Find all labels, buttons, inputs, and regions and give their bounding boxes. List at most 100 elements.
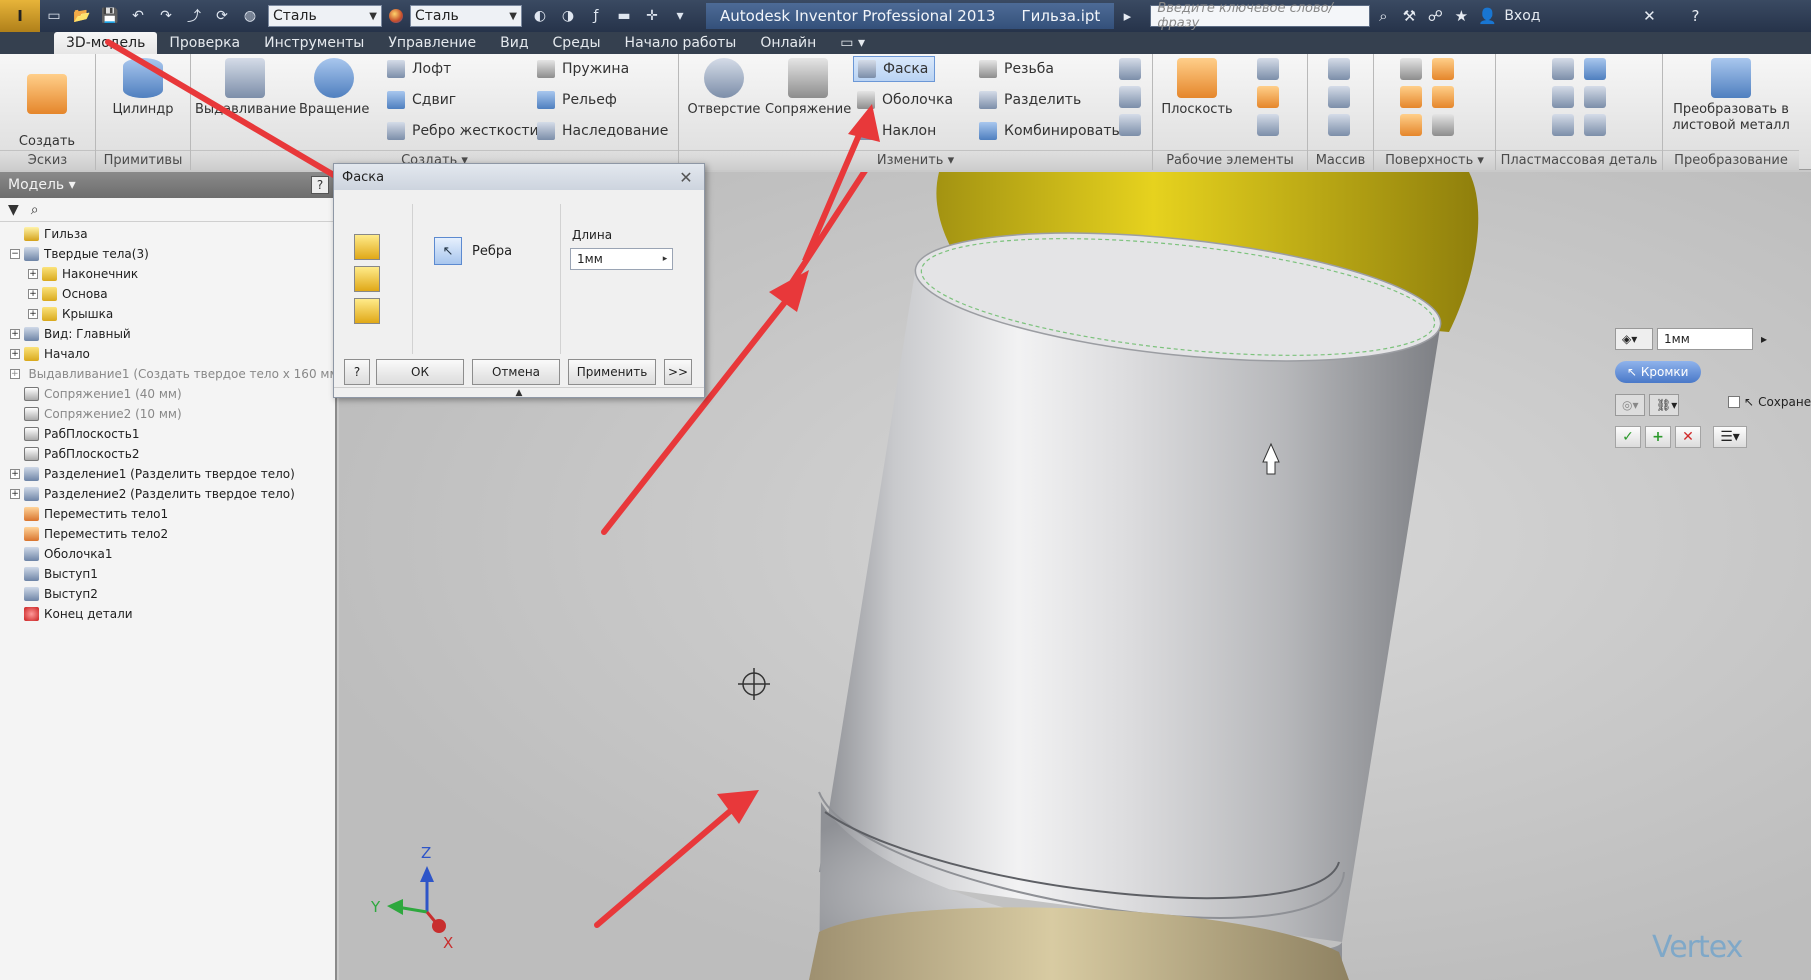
browser-help-icon[interactable]: ? [311,176,329,194]
qat-dropdown-icon[interactable]: ▾ [667,4,693,28]
trim-icon[interactable] [1400,114,1422,136]
measure-icon[interactable]: ✛ [639,4,665,28]
expand-toggle-icon[interactable]: + [10,329,20,339]
thicken-icon[interactable] [1400,58,1422,80]
panel-title-surface[interactable]: Поверхность ▾ [1374,150,1495,170]
inventor-logo[interactable]: I [0,0,40,32]
find-binoculars-icon[interactable]: ⌕ [31,202,39,218]
tree-item[interactable]: РабПлоскость1 [10,424,335,444]
adjust-icon[interactable]: ◑ [555,4,581,28]
search-expand-icon[interactable]: ▸ [1114,4,1140,28]
mini-length-input[interactable]: 1мм [1657,328,1753,350]
mini-option-1-dropdown[interactable]: ◎▾ [1615,394,1645,416]
shell-button[interactable]: Оболочка [853,87,953,113]
clear-override-icon[interactable]: ◐ [527,4,553,28]
tab-inspect[interactable]: Проверка [157,32,252,54]
new-file-icon[interactable]: ▭ [41,4,67,28]
subscription-icon[interactable]: ⚒ [1396,4,1422,28]
communication-icon[interactable]: ☍ [1422,4,1448,28]
tree-item[interactable]: + Наконечник [10,264,335,284]
apply-button[interactable]: Применить [568,359,656,385]
expand-toggle-icon[interactable]: + [10,349,20,359]
tab-view[interactable]: Вид [488,32,540,54]
tab-online[interactable]: Онлайн [748,32,828,54]
point-icon[interactable] [1257,86,1279,108]
mini-edges-select[interactable]: ↖ Кромки [1615,361,1701,383]
help-icon[interactable]: ? [1682,4,1708,28]
rectangular-pattern-icon[interactable] [1328,58,1350,80]
replace-face-icon[interactable] [1119,86,1141,108]
tree-item[interactable]: Гильза [10,224,335,244]
combine-button[interactable]: Комбинировать [979,118,1120,144]
expand-toggle-icon[interactable]: + [28,309,38,319]
tree-item[interactable]: Переместить тело2 [10,524,335,544]
color-bar-icon[interactable]: ▬ [611,4,637,28]
derive-button[interactable]: Наследование [537,118,668,144]
dialog-help-button[interactable]: ? [344,359,370,385]
tree-item[interactable]: + Вид: Главный [10,324,335,344]
tree-item[interactable]: + Начало [10,344,335,364]
direct-edit-icon[interactable] [1119,58,1141,80]
return-icon[interactable]: ⤴ [181,4,207,28]
favorites-icon[interactable]: ★ [1448,4,1474,28]
expand-toggle-icon[interactable]: + [10,489,20,499]
open-file-icon[interactable]: 📂 [69,4,95,28]
more-options-button[interactable]: >> [664,359,692,385]
tree-item[interactable]: Выступ1 [10,564,335,584]
dialog-title-bar[interactable]: Фаска ✕ [334,164,704,190]
chamfer-two-distances-method-icon[interactable] [354,298,380,324]
draft-button[interactable]: Наклон [853,118,936,144]
sleeve-cylinder-body[interactable] [818,212,1447,980]
tree-item[interactable]: + Крышка [10,304,335,324]
extrude-button[interactable]: Выдавливание [195,58,296,118]
axis-icon[interactable] [1257,58,1279,80]
tree-item[interactable]: РабПлоскость2 [10,444,335,464]
chamfer-distance-angle-method-icon[interactable] [354,266,380,292]
tab-environments[interactable]: Среды [541,32,613,54]
coil-button[interactable]: Пружина [537,56,629,82]
expand-toggle-icon[interactable]: + [28,289,38,299]
expand-toggle-icon[interactable]: − [10,249,20,259]
grill-icon[interactable] [1552,58,1574,80]
mini-cancel-x-icon[interactable]: ✕ [1675,426,1701,448]
tree-item[interactable]: Сопряжение2 (10 мм) [10,404,335,424]
redo-icon[interactable]: ↷ [153,4,179,28]
cancel-button[interactable]: Отмена [472,359,560,385]
update-icon[interactable]: ⟳ [209,4,235,28]
undo-icon[interactable]: ↶ [125,4,151,28]
mini-save-option[interactable]: ↖Сохранение в [1728,395,1811,409]
panel-title-modify[interactable]: Изменить ▾ [679,150,1152,170]
save-icon[interactable]: 💾 [97,4,123,28]
tree-item[interactable]: + Разделение2 (Разделить твердое тело) [10,484,335,504]
hole-button[interactable]: Отверстие [683,58,765,118]
tab-tools[interactable]: Инструменты [252,32,376,54]
tree-item[interactable]: Выступ2 [10,584,335,604]
mini-method-dropdown[interactable]: ◈▾ [1615,328,1653,350]
ucs-icon[interactable] [1257,114,1279,136]
tab-manage[interactable]: Управление [376,32,488,54]
ok-button[interactable]: ОК [376,359,464,385]
tree-item[interactable]: + Основа [10,284,335,304]
tree-item[interactable]: − Твердые тела(3) [10,244,335,264]
lip-icon[interactable] [1552,114,1574,136]
rest-icon[interactable] [1584,86,1606,108]
tree-item[interactable]: Конец детали [10,604,335,624]
exchange-icon[interactable]: ✕ [1636,4,1662,28]
thread-button[interactable]: Резьба [979,56,1054,82]
stitch-icon[interactable] [1432,58,1454,80]
binoculars-icon[interactable]: ⌕ [1370,4,1396,28]
ribbon-options-icon[interactable]: ▭ ▾ [828,32,877,54]
user-icon[interactable]: 👤 [1474,4,1500,28]
revolve-button[interactable]: Вращение [299,58,369,118]
tree-item[interactable]: Переместить тело1 [10,504,335,524]
loft-button[interactable]: Лофт [387,56,451,82]
rule-fillet-icon[interactable] [1584,114,1606,136]
split-button[interactable]: Разделить [979,87,1081,113]
edges-select-button[interactable]: ↖ Ребра [434,236,512,266]
circular-pattern-icon[interactable] [1328,86,1350,108]
sweep-button[interactable]: Сдвиг [387,87,456,113]
tree-item[interactable]: + Разделение1 (Разделить твердое тело) [10,464,335,484]
delete-face-icon[interactable] [1119,114,1141,136]
mini-expand-arrow-icon[interactable]: ▸ [1755,328,1773,350]
tree-item[interactable]: Сопряжение1 (40 мм) [10,384,335,404]
